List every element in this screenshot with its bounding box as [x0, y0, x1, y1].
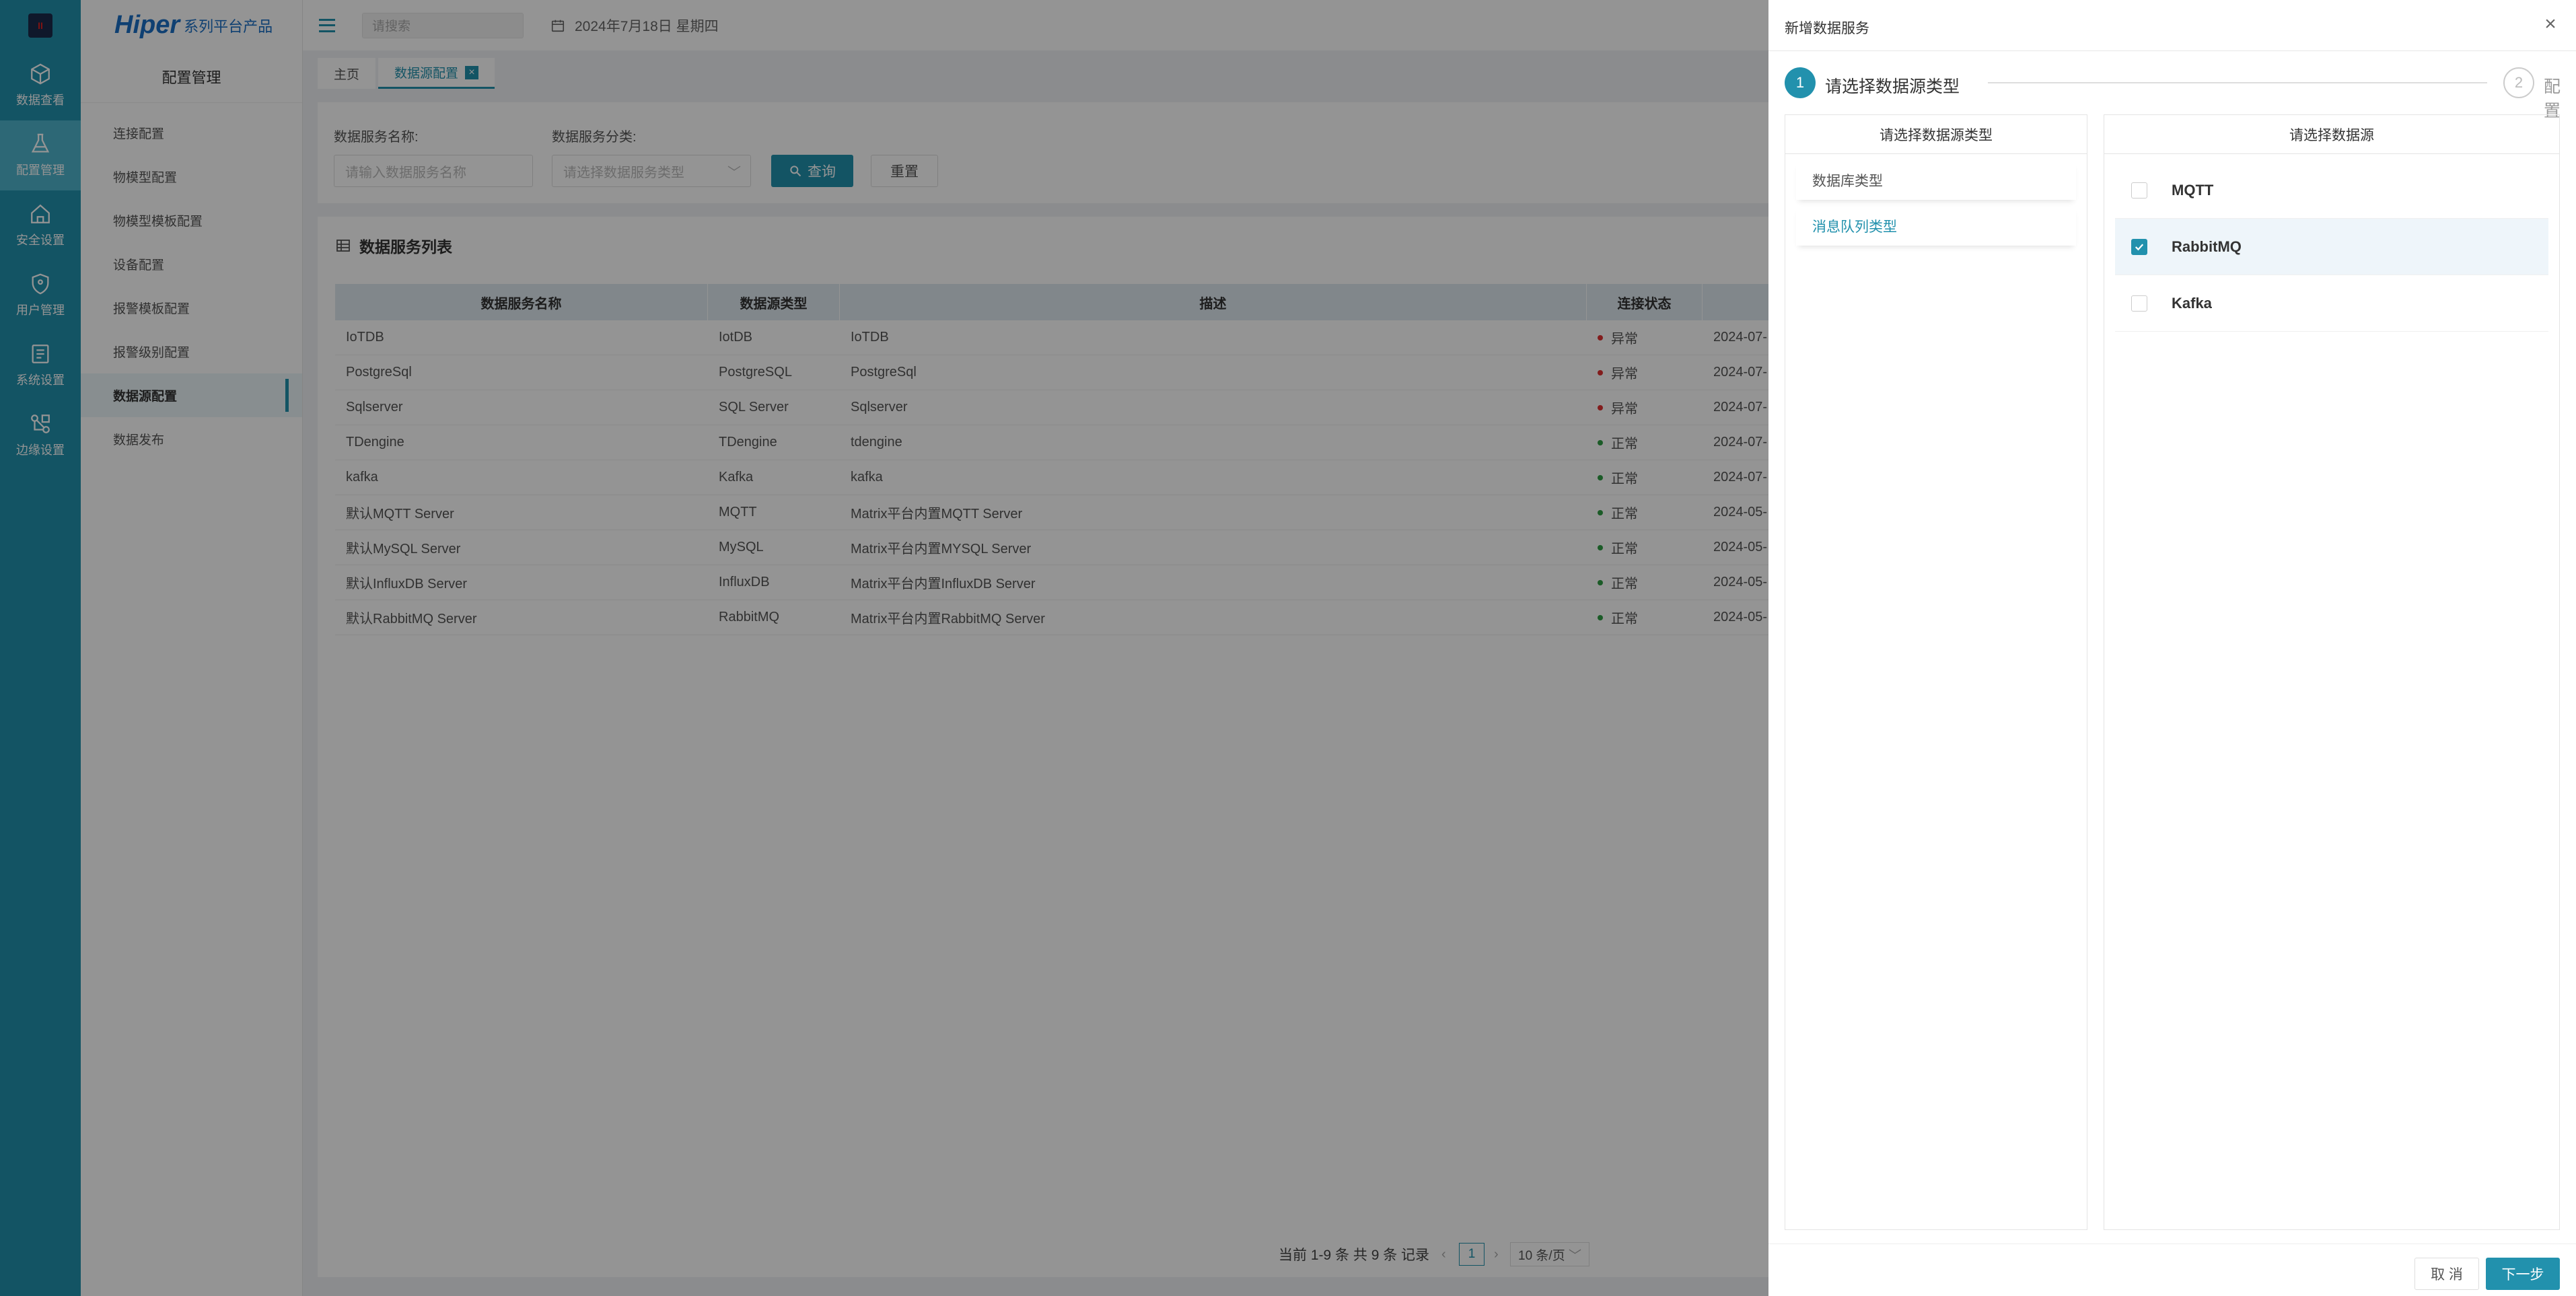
next-button[interactable]: 下一步 [2486, 1258, 2560, 1290]
step-connector [1988, 82, 2487, 83]
drawer-header: 新增数据服务 × [1768, 0, 2576, 51]
drawer-footer: 取 消 下一步 [1768, 1244, 2576, 1296]
drawer-title: 新增数据服务 [1785, 21, 1869, 36]
source-list: MQTT RabbitMQ Kafka [2104, 162, 2559, 332]
source-column-header: 请选择数据源 [2104, 115, 2559, 154]
stepper: 1 请选择数据源类型 2 配置 [1785, 67, 2576, 120]
type-item-message-queue[interactable]: 消息队列类型 [1796, 207, 2076, 246]
add-data-service-drawer: 新增数据服务 × 1 请选择数据源类型 2 配置 请选择数据源类型 数据库类型 … [1768, 0, 2576, 1296]
source-label: RabbitMQ [2172, 238, 2242, 255]
type-item-database[interactable]: 数据库类型 [1796, 161, 2076, 200]
step-1-circle: 1 [1785, 67, 1816, 98]
datasource-type-column: 请选择数据源类型 数据库类型 消息队列类型 [1785, 114, 2087, 1230]
source-item-mqtt[interactable]: MQTT [2115, 162, 2548, 219]
checkbox-checked-icon[interactable] [2131, 238, 2147, 255]
step-2-circle: 2 [2503, 67, 2534, 98]
close-icon[interactable]: × [2541, 14, 2560, 34]
type-column-header: 请选择数据源类型 [1785, 115, 2087, 154]
source-item-kafka[interactable]: Kafka [2115, 275, 2548, 332]
checkbox-icon[interactable] [2131, 295, 2147, 312]
checkbox-icon[interactable] [2131, 182, 2147, 199]
datasource-column: 请选择数据源 MQTT RabbitMQ Kafka [2104, 114, 2560, 1230]
cancel-button[interactable]: 取 消 [2414, 1258, 2479, 1290]
source-item-rabbitmq[interactable]: RabbitMQ [2115, 219, 2548, 275]
step-1-label: 请选择数据源类型 [1825, 77, 1960, 96]
source-label: Kafka [2172, 294, 2212, 312]
source-label: MQTT [2172, 181, 2214, 199]
